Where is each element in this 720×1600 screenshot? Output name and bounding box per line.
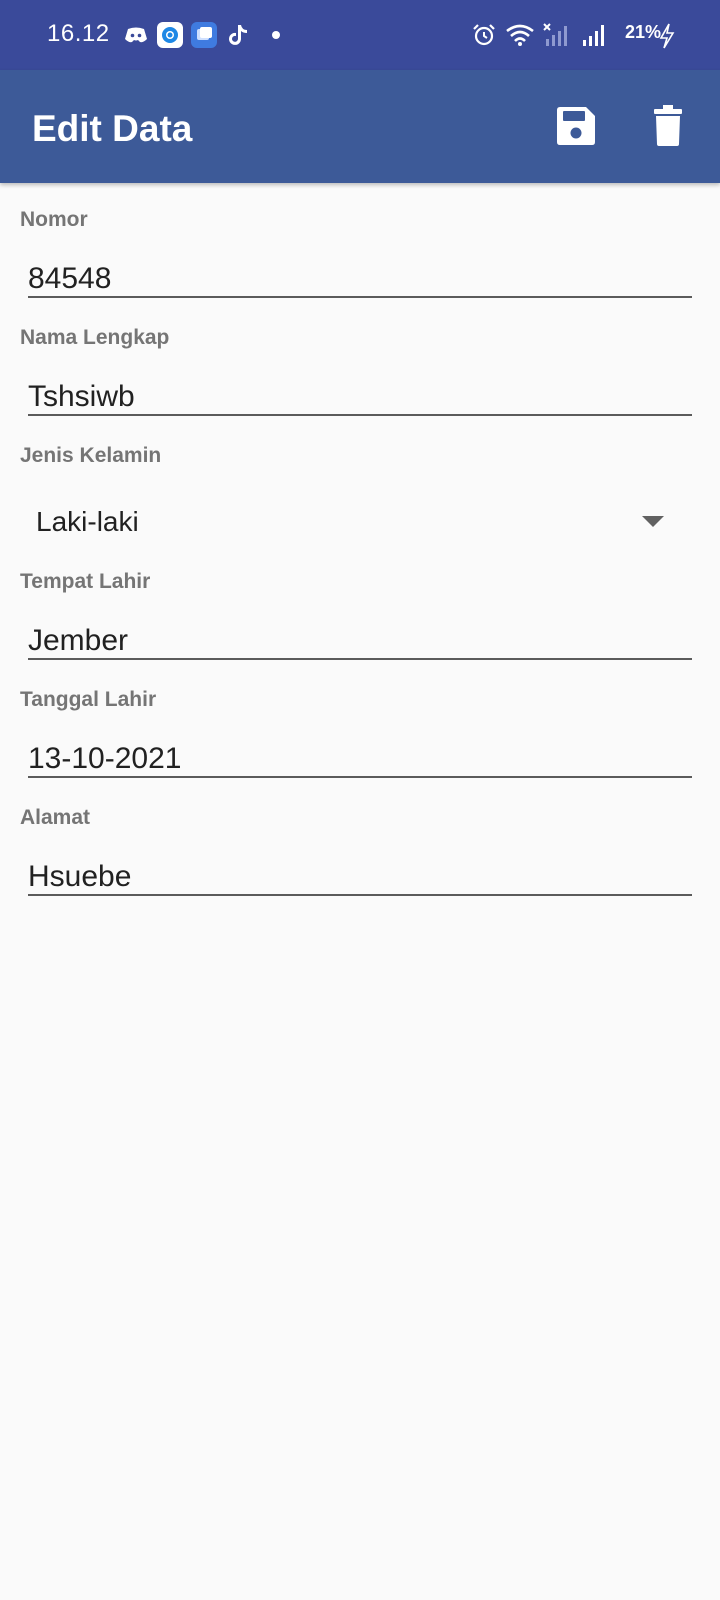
nomor-label: Nomor	[20, 208, 88, 231]
jenis-kelamin-dropdown[interactable]: Laki-laki	[20, 492, 700, 552]
alarm-icon	[473, 24, 495, 46]
tiktok-icon	[229, 25, 247, 45]
app-bar: Edit Data	[0, 70, 720, 183]
nama-lengkap-field[interactable]	[28, 380, 692, 416]
tempat-lahir-field[interactable]	[28, 624, 692, 660]
page-title: Edit Data	[32, 108, 193, 149]
nama-lengkap-label: Nama Lengkap	[20, 326, 170, 349]
alamat-field[interactable]	[28, 860, 692, 896]
status-time: 16.12	[47, 20, 110, 47]
delete-button[interactable]	[648, 102, 696, 150]
jenis-kelamin-label: Jenis Kelamin	[20, 444, 162, 467]
tanggal-lahir-label: Tanggal Lahir	[20, 688, 157, 711]
signal-icon	[583, 25, 604, 46]
charging-icon	[659, 23, 675, 49]
nomor-field[interactable]	[28, 262, 692, 298]
signal-x-icon	[543, 23, 567, 46]
delete-icon	[654, 105, 682, 146]
tempat-lahir-label: Tempat Lahir	[20, 570, 151, 593]
save-button[interactable]	[552, 102, 600, 150]
jenis-kelamin-value: Laki-laki	[36, 506, 139, 537]
wifi-icon	[506, 24, 534, 46]
dot-icon	[272, 31, 280, 39]
discord-icon	[125, 27, 147, 43]
chrome-icon	[157, 22, 183, 48]
battery-percent: 21%	[625, 22, 662, 42]
tanggal-lahir-field[interactable]	[28, 742, 692, 778]
multiwindow-icon	[191, 22, 217, 48]
status-bar: 16.12 21%	[0, 0, 720, 70]
dropdown-arrow-icon	[642, 516, 664, 527]
save-icon	[557, 107, 595, 145]
alamat-label: Alamat	[20, 806, 91, 829]
